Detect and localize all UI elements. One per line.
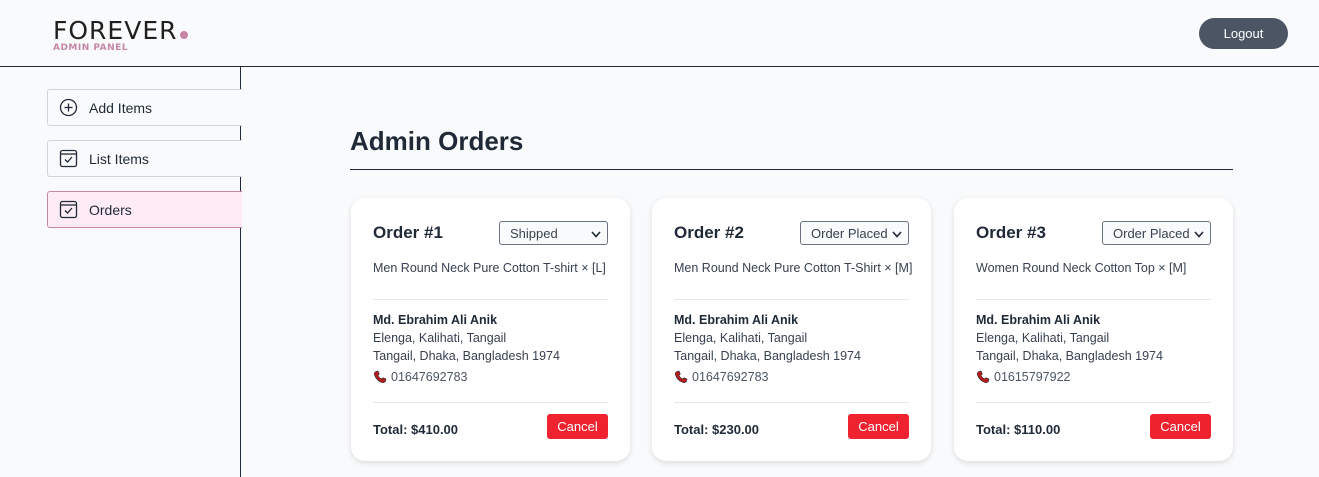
sidebar-item-orders[interactable]: Orders xyxy=(47,191,242,228)
phone-icon xyxy=(976,370,990,384)
sidebar-item-label: List Items xyxy=(89,150,149,167)
divider xyxy=(674,402,909,403)
title-divider xyxy=(350,169,1233,170)
divider xyxy=(674,299,909,300)
customer-name: Md. Ebrahim Ali Anik xyxy=(674,313,799,327)
status-select[interactable]: Shipped xyxy=(499,221,608,245)
status-value: Order Placed xyxy=(811,225,888,241)
order-number: Order #3 xyxy=(976,223,1046,242)
address-line-2: Tangail, Dhaka, Bangladesh 1974 xyxy=(976,349,1163,363)
order-product: Women Round Neck Cotton Top × [M] xyxy=(976,261,1187,275)
divider xyxy=(373,299,608,300)
divider xyxy=(976,402,1211,403)
brand-logo[interactable]: FOREVER ADMIN PANEL xyxy=(53,17,188,53)
address-line-1: Elenga, Kalihati, Tangail xyxy=(674,331,808,345)
sidebar-item-list-items[interactable]: List Items xyxy=(47,140,242,177)
address-line-1: Elenga, Kalihati, Tangail xyxy=(373,331,507,345)
customer-phone: 01615797922 xyxy=(976,370,1070,384)
order-total: Total: $230.00 xyxy=(674,422,760,437)
sidebar-item-add-items[interactable]: Add Items xyxy=(47,89,242,126)
logo-text: FOREVER xyxy=(53,16,178,45)
order-card: Order #3 Order Placed Women Round Neck C… xyxy=(954,198,1233,461)
sidebar-item-label: Add Items xyxy=(89,99,153,116)
phone-number: 01647692783 xyxy=(692,370,769,384)
phone-number: 01615797922 xyxy=(994,370,1071,384)
chevron-down-icon xyxy=(892,226,902,241)
status-value: Order Placed xyxy=(1113,225,1190,241)
logout-button[interactable]: Logout xyxy=(1199,18,1288,49)
chevron-down-icon xyxy=(1194,226,1204,241)
order-number: Order #2 xyxy=(674,223,744,242)
order-total: Total: $110.00 xyxy=(976,422,1061,437)
phone-number: 01647692783 xyxy=(391,370,468,384)
phone-icon xyxy=(674,370,688,384)
status-select[interactable]: Order Placed xyxy=(800,221,909,245)
customer-name: Md. Ebrahim Ali Anik xyxy=(373,313,498,327)
order-product: Men Round Neck Pure Cotton T-shirt × [L] xyxy=(373,261,606,275)
order-number: Order #1 xyxy=(373,223,443,242)
checklist-icon xyxy=(59,149,78,168)
cancel-order-button[interactable]: Cancel xyxy=(1150,414,1211,439)
add-circle-icon xyxy=(59,98,78,117)
status-value: Shipped xyxy=(510,225,558,241)
customer-phone: 01647692783 xyxy=(674,370,768,384)
address-line-2: Tangail, Dhaka, Bangladesh 1974 xyxy=(373,349,560,363)
top-header: FOREVER ADMIN PANEL Logout xyxy=(0,0,1319,67)
divider xyxy=(373,402,608,403)
chevron-down-icon xyxy=(591,226,601,241)
phone-icon xyxy=(373,370,387,384)
address-line-2: Tangail, Dhaka, Bangladesh 1974 xyxy=(674,349,861,363)
order-product: Men Round Neck Pure Cotton T-Shirt × [M] xyxy=(674,261,913,275)
customer-phone: 01647692783 xyxy=(373,370,467,384)
order-card: Order #2 Order Placed Men Round Neck Pur… xyxy=(652,198,931,461)
divider xyxy=(976,299,1211,300)
cancel-order-button[interactable]: Cancel xyxy=(848,414,909,439)
order-card: Order #1 Shipped Men Round Neck Pure Cot… xyxy=(351,198,630,461)
logo-dot xyxy=(179,31,188,39)
order-total: Total: $410.00 xyxy=(373,422,459,437)
cancel-order-button[interactable]: Cancel xyxy=(547,414,608,439)
sidebar-item-label: Orders xyxy=(89,201,132,218)
sidebar: Add Items List Items Orders xyxy=(0,67,242,477)
customer-name: Md. Ebrahim Ali Anik xyxy=(976,313,1101,327)
page-title: Admin Orders xyxy=(350,126,524,156)
orders-icon xyxy=(59,200,78,219)
status-select[interactable]: Order Placed xyxy=(1102,221,1211,245)
address-line-1: Elenga, Kalihati, Tangail xyxy=(976,331,1110,345)
